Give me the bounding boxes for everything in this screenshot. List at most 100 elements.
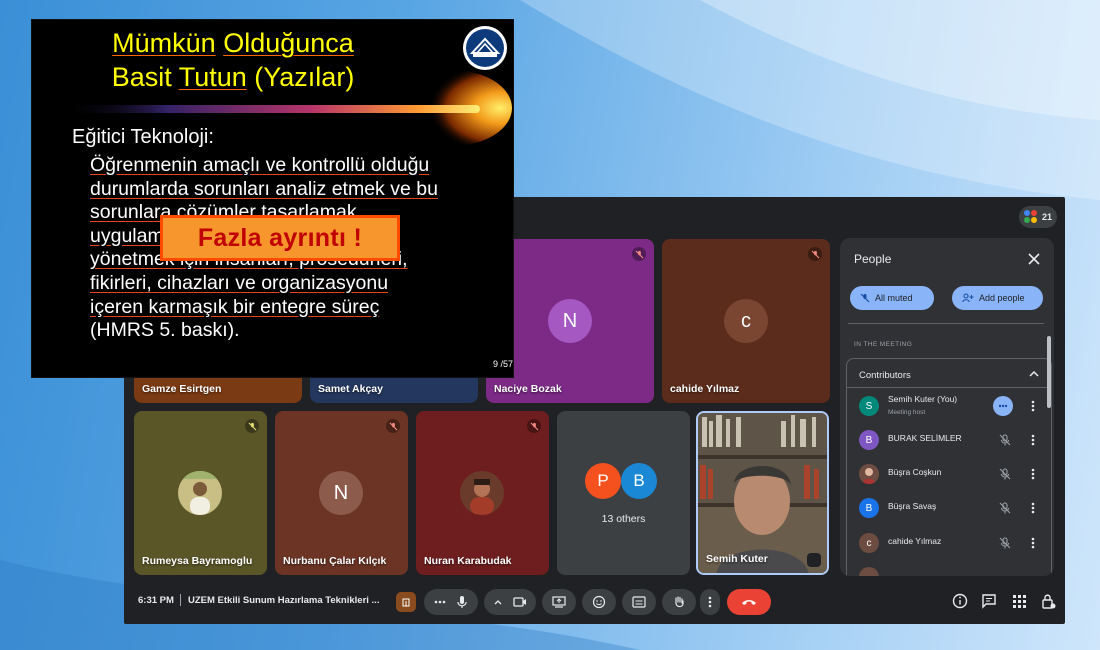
contributors-header: Contributors	[859, 370, 911, 381]
participant-role: Meeting host	[888, 409, 926, 416]
slide-title-word: Olduğunca	[223, 28, 354, 58]
pin-icon[interactable]	[807, 553, 821, 567]
self-video-tile[interactable]: Semih Kuter	[696, 411, 829, 575]
reactions-button[interactable]	[582, 589, 616, 615]
participant-name: Samet Akçay	[318, 383, 383, 395]
mic-icon	[457, 596, 467, 608]
participant-tile[interactable]: N Nurbanu Çalar Kılçık	[275, 411, 408, 575]
participant-avatar: N	[319, 471, 363, 515]
add-person-icon	[962, 293, 974, 303]
participant-name: Gamze Esirtgen	[142, 383, 222, 395]
camera-button[interactable]	[484, 589, 536, 615]
all-muted-label: All muted	[875, 293, 913, 303]
participant-row[interactable]: c cahide Yılmaz	[847, 527, 1051, 559]
chevron-up-icon[interactable]	[1027, 367, 1041, 381]
leave-call-button[interactable]	[727, 589, 771, 615]
participant-count: 21	[1041, 212, 1052, 222]
participant-avatar: B	[859, 498, 879, 518]
slide-body-line: Öğrenmenin amaçlı ve kontrollü olduğu	[90, 154, 430, 176]
university-logo	[463, 26, 507, 70]
video-camera-icon	[513, 597, 526, 607]
more-vert-icon[interactable]	[1027, 398, 1039, 414]
bottom-toolbar: 6:31 PM UZEM Etkili Sunum Hazırlama Tekn…	[124, 578, 1065, 624]
more-vert-icon[interactable]	[1027, 500, 1039, 516]
slide-page-number: 9 /57	[492, 359, 513, 369]
host-lock-icon[interactable]	[1039, 592, 1057, 610]
panel-scrollbar[interactable]	[1047, 336, 1051, 408]
participant-count-chip[interactable]: 21	[1019, 206, 1057, 228]
participant-avatar: B	[859, 430, 879, 450]
speaking-indicator	[993, 396, 1013, 416]
participant-row[interactable]: S Semih Kuter (You) Meeting host	[847, 390, 1051, 422]
mic-off-icon	[808, 247, 822, 261]
contributors-section: Contributors S Semih Kuter (You) Meeting…	[846, 358, 1052, 576]
slide-title: Mümkün Olduğunca	[32, 28, 434, 58]
slide-body-line: fikirleri, cihazları ve organizasyonu	[90, 271, 389, 294]
video-feed	[698, 413, 827, 573]
more-horiz-icon	[434, 600, 446, 604]
participant-avatar	[859, 567, 879, 576]
hang-up-icon	[742, 600, 756, 605]
participant-name: cahide Yılmaz	[888, 536, 942, 546]
section-divider	[847, 387, 1051, 388]
slide-title-word: Mümkün	[112, 28, 216, 58]
panel-divider	[848, 323, 1044, 324]
present-screen-icon	[552, 596, 566, 608]
close-icon[interactable]	[1024, 249, 1044, 269]
others-count: 13 others	[601, 513, 646, 525]
participant-name: Nuran Karabudak	[424, 555, 512, 567]
slide-title: Basit Tutun (Yazılar)	[32, 62, 434, 92]
activities-icon[interactable]	[1010, 592, 1028, 610]
mic-off-icon	[527, 419, 541, 433]
participant-row[interactable]: Büşra Coşkun	[847, 458, 1051, 490]
more-vert-icon[interactable]	[1027, 466, 1039, 482]
present-button[interactable]	[542, 589, 576, 615]
mic-off-icon	[999, 537, 1011, 549]
captions-icon	[632, 596, 646, 608]
others-tile[interactable]: P B 13 others	[557, 411, 690, 575]
more-vert-icon[interactable]	[1027, 432, 1039, 448]
more-options-button[interactable]	[700, 589, 720, 615]
participant-avatar: S	[859, 396, 879, 416]
add-people-label: Add people	[979, 293, 1025, 303]
people-panel: People All muted Add people IN THE MEETI…	[840, 238, 1054, 576]
captions-button[interactable]	[622, 589, 656, 615]
mic-off-icon	[386, 419, 400, 433]
participant-tile[interactable]: c cahide Yılmaz	[662, 239, 830, 403]
participant-name: cahide Yılmaz	[670, 383, 740, 395]
participant-name: Büşra Savaş	[888, 501, 937, 511]
toolbar-divider	[180, 594, 181, 606]
participant-tile[interactable]: Rumeysa Bayramoglu	[134, 411, 267, 575]
participant-row-partial[interactable]	[847, 561, 1051, 576]
slide-title-word: Tutun	[178, 62, 247, 92]
participant-row[interactable]: B BURAK SELİMLER	[847, 424, 1051, 456]
participant-name: Semih Kuter (You)	[888, 394, 958, 404]
all-muted-button[interactable]: All muted	[850, 286, 934, 310]
more-vert-icon[interactable]	[1027, 535, 1039, 551]
panel-title: People	[854, 252, 892, 266]
chevron-up-icon	[494, 600, 502, 605]
section-label: IN THE MEETING	[854, 341, 913, 348]
participant-photo	[859, 464, 879, 484]
presentation-slide: Mümkün Olduğunca Basit Tutun (Yazılar) E…	[32, 20, 513, 377]
mic-off-icon	[632, 247, 646, 261]
raise-hand-button[interactable]	[662, 589, 696, 615]
participant-avatar: c	[859, 533, 879, 553]
add-people-button[interactable]: Add people	[952, 286, 1043, 310]
participant-name: Semih Kuter	[706, 553, 768, 565]
info-icon[interactable]	[951, 592, 969, 610]
participant-tile[interactable]: Nuran Karabudak	[416, 411, 549, 575]
emoji-icon	[592, 595, 606, 609]
participant-photo	[460, 471, 504, 515]
more-vert-icon	[708, 596, 712, 608]
chat-icon[interactable]	[980, 592, 998, 610]
participant-avatar: P	[585, 463, 621, 499]
host-controls-button[interactable]	[396, 592, 416, 612]
mic-button[interactable]	[424, 589, 478, 615]
slide-heading: Eğitici Teknoloji:	[72, 126, 214, 148]
meeting-title: UZEM Etkili Sunum Hazırlama Teknikleri .…	[188, 595, 380, 606]
participant-row[interactable]: B Büşra Savaş	[847, 492, 1051, 524]
mic-off-icon	[999, 502, 1011, 514]
participant-photo	[178, 471, 222, 515]
participant-avatar: B	[621, 463, 657, 499]
